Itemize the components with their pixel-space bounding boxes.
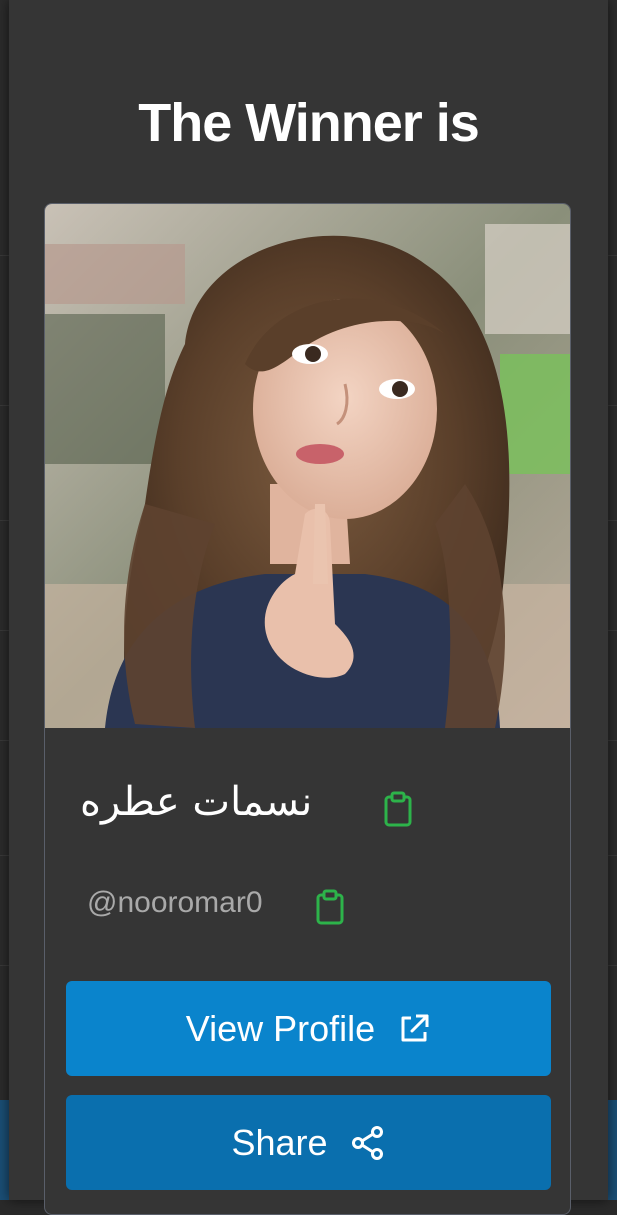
- winner-photo-image: [45, 204, 570, 728]
- modal-title: The Winner is: [138, 93, 480, 153]
- winner-display-name: نسمات عطره: [80, 779, 313, 825]
- winner-photo: [45, 204, 570, 728]
- share-label: Share: [231, 1121, 328, 1163]
- external-link-icon: [397, 1012, 431, 1046]
- clipboard-icon[interactable]: [383, 791, 413, 827]
- clipboard-icon[interactable]: [315, 889, 345, 925]
- share-icon: [350, 1125, 386, 1161]
- view-profile-label: View Profile: [185, 1007, 376, 1049]
- winner-name-row: نسمات عطره: [45, 779, 570, 839]
- winner-modal: The Winner is نسمات عطره @nooromar0 View…: [9, 0, 608, 1215]
- share-button[interactable]: Share: [66, 1095, 551, 1190]
- winner-username: @nooromar0: [87, 886, 263, 919]
- view-profile-button[interactable]: View Profile: [66, 981, 551, 1076]
- winner-card: نسمات عطره @nooromar0 View Profile Share: [44, 203, 571, 1215]
